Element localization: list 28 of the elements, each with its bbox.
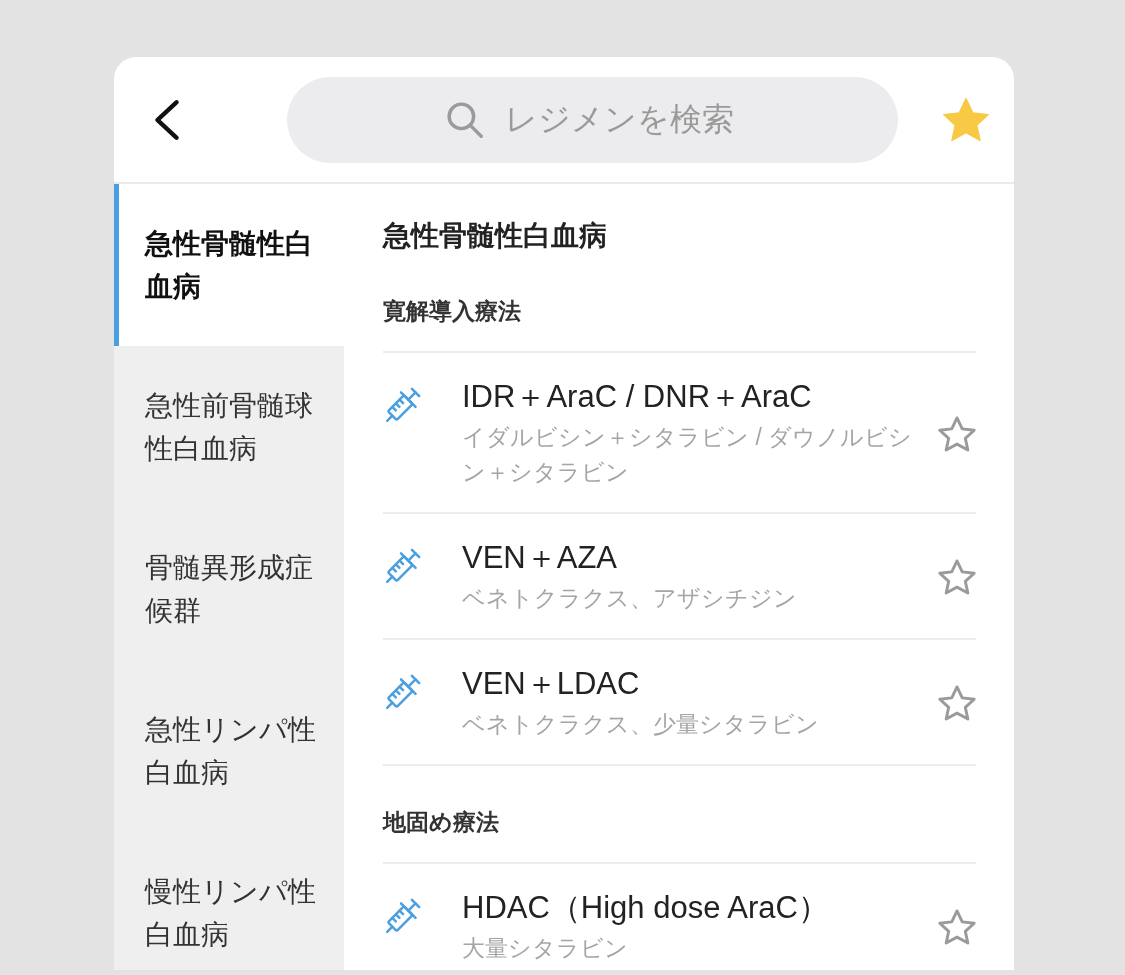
star-icon[interactable] <box>938 415 976 452</box>
star-icon[interactable] <box>938 685 976 721</box>
regimen-name: HDAC（High dose AraC） <box>462 889 830 927</box>
regimen-name: VEN＋LDAC <box>462 665 641 703</box>
drug-names: イダルビシン＋シタラビン / ダウノルビシン＋シタラビン <box>462 423 914 487</box>
drug-names: ベネトクラクス、少量シタラビン <box>462 710 820 739</box>
regimen-name: VEN＋AZA <box>462 539 619 577</box>
star-icon[interactable] <box>938 559 976 595</box>
back-icon[interactable] <box>154 98 180 141</box>
section-heading: 地固め療法 <box>383 807 976 864</box>
sidebar-item[interactable]: 骨髄異形成症候群 <box>114 508 344 670</box>
drug-names: 大量シタラビン <box>462 934 629 963</box>
category-title: 急性骨髄性白血病 <box>383 219 608 253</box>
syringe-icon <box>385 548 421 584</box>
sidebar-item[interactable]: 急性前骨髄球性白血病 <box>114 346 344 508</box>
syringe-icon <box>385 898 421 934</box>
drug-names: ベネトクラクス、アザシチジン <box>462 584 798 613</box>
star-icon[interactable] <box>942 97 990 142</box>
sidebar-item[interactable]: 急性骨髄性白血病 <box>114 184 344 346</box>
sidebar-item[interactable]: 慢性リンパ性白血病 <box>114 832 344 970</box>
regimen-name: IDR＋AraC / DNR＋AraC <box>462 378 813 416</box>
section-heading: 寛解導入療法 <box>383 296 976 353</box>
sidebar-item[interactable]: 急性リンパ性白血病 <box>114 670 344 832</box>
star-icon[interactable] <box>938 909 976 945</box>
syringe-icon <box>385 387 421 423</box>
search-field[interactable]: レジメンを検索 <box>287 76 898 163</box>
syringe-icon <box>385 674 421 710</box>
search-icon <box>447 101 483 138</box>
